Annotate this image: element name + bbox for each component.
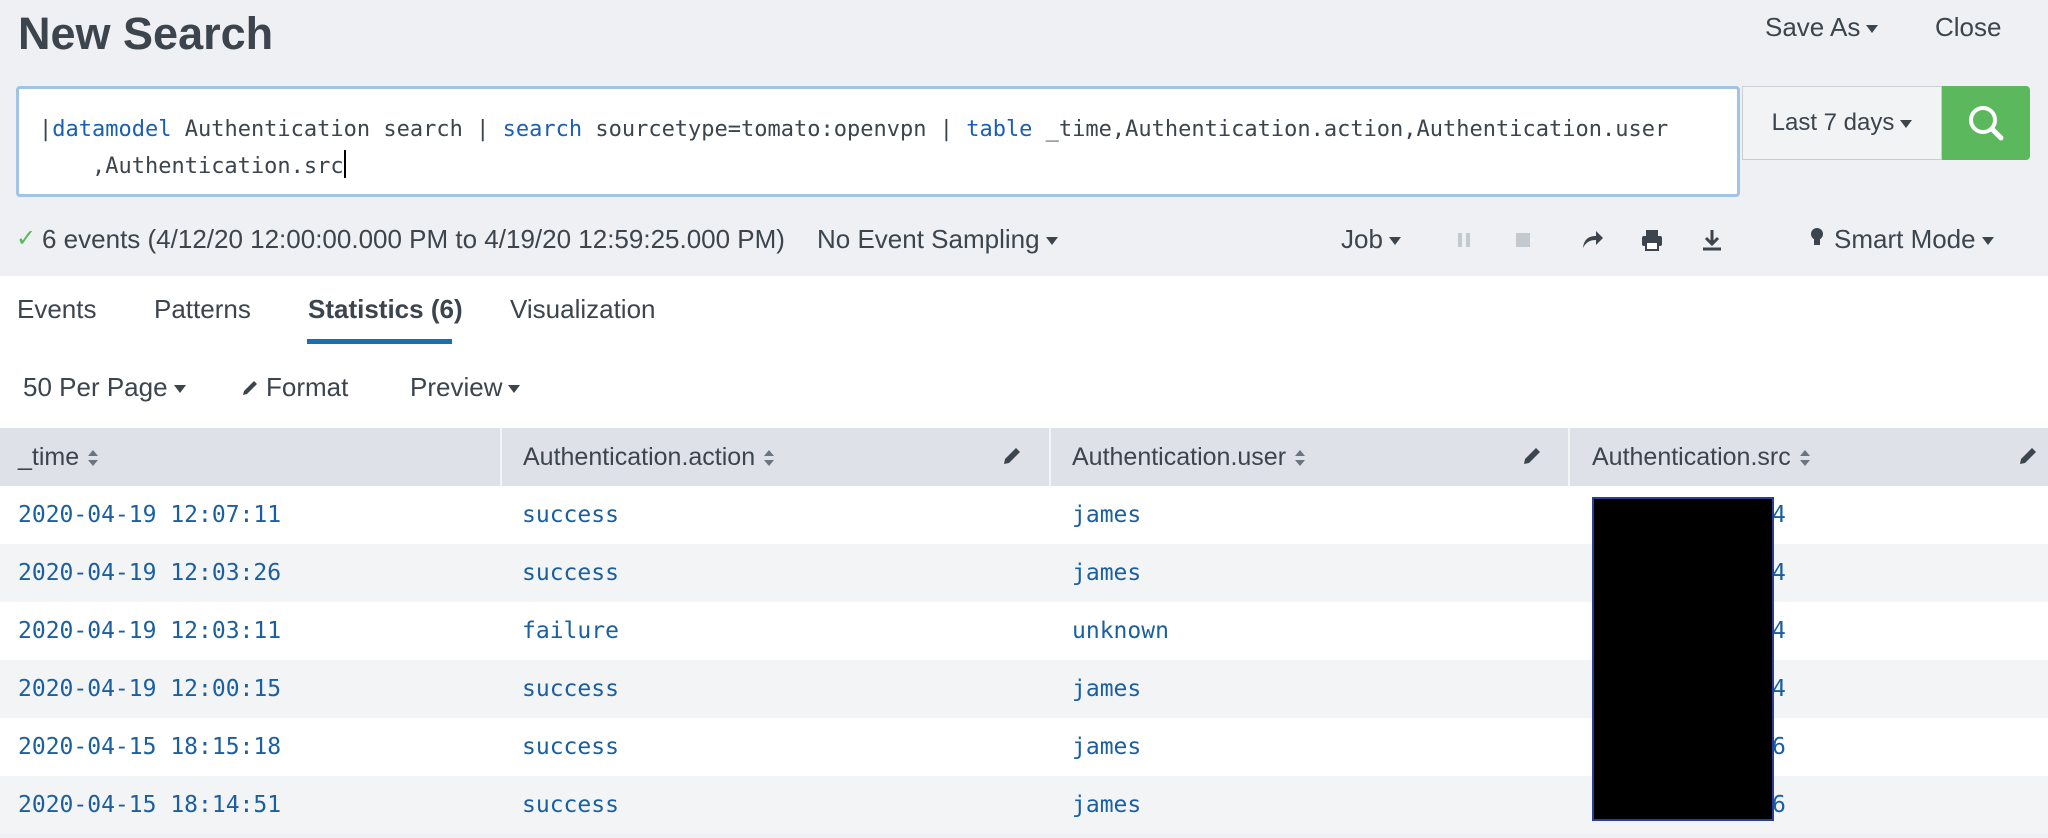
- table-header: _time Authentication.action Authenticati…: [0, 428, 2048, 486]
- query-keyword: table: [966, 117, 1033, 142]
- tab-visualization[interactable]: Visualization: [510, 294, 656, 325]
- search-mode-menu[interactable]: Smart Mode: [1808, 224, 1994, 255]
- cell-time[interactable]: 2020-04-19 12:00:15: [18, 660, 281, 718]
- sort-icon: [1799, 450, 1810, 467]
- cell-action[interactable]: success: [522, 718, 619, 776]
- job-menu[interactable]: Job: [1341, 224, 1401, 255]
- cell-time[interactable]: 2020-04-15 18:15:18: [18, 718, 281, 776]
- cell-time[interactable]: 2020-04-19 12:07:11: [18, 486, 281, 544]
- page-title: New Search: [18, 8, 274, 59]
- chevron-down-icon: [1900, 119, 1913, 128]
- cell-user[interactable]: james: [1072, 486, 1141, 544]
- tab-statistics[interactable]: Statistics (6): [308, 294, 463, 325]
- tab-patterns[interactable]: Patterns: [154, 294, 251, 325]
- query-text: sourcetype=tomato:openvpn |: [582, 117, 967, 142]
- pencil-icon: [243, 381, 257, 395]
- chevron-down-icon: [1866, 25, 1879, 34]
- search-query-text: |datamodel Authentication search | searc…: [39, 111, 1719, 185]
- per-page-menu[interactable]: 50 Per Page: [23, 372, 186, 403]
- text-cursor: [343, 150, 346, 178]
- cell-action[interactable]: failure: [522, 602, 619, 660]
- cell-src[interactable]: 4: [1772, 544, 1786, 602]
- cell-src[interactable]: 4: [1772, 602, 1786, 660]
- status-row: ✓ 6 events (4/12/20 12:00:00.000 PM to 4…: [0, 220, 2048, 262]
- job-label: Job: [1341, 224, 1383, 254]
- lightbulb-icon: [1811, 228, 1823, 245]
- format-button[interactable]: Format: [240, 372, 348, 403]
- chevron-down-icon: [508, 385, 521, 394]
- event-sampling-label: No Event Sampling: [817, 224, 1040, 254]
- column-header-label: Authentication.src: [1592, 443, 1791, 471]
- format-label: Format: [266, 372, 349, 402]
- query-text: Authentication search |: [171, 117, 503, 142]
- event-summary: 6 events (4/12/20 12:00:00.000 PM to 4/1…: [42, 224, 785, 254]
- query-keyword: search: [502, 117, 583, 142]
- chevron-down-icon: [1045, 237, 1058, 246]
- edit-column-icon[interactable]: [1000, 444, 1024, 468]
- cell-action[interactable]: success: [522, 486, 619, 544]
- active-tab-indicator: [307, 339, 452, 344]
- cell-user[interactable]: unknown: [1072, 602, 1169, 660]
- cell-time[interactable]: 2020-04-15 18:14:51: [18, 776, 281, 834]
- save-as-label: Save As: [1765, 12, 1861, 42]
- preview-label: Preview: [410, 372, 503, 402]
- cell-user[interactable]: james: [1072, 776, 1141, 834]
- share-icon[interactable]: [1578, 226, 1606, 254]
- redaction-box: [1592, 497, 1774, 821]
- cell-src[interactable]: 4: [1772, 486, 1786, 544]
- column-header-label: Authentication.action: [523, 443, 756, 471]
- close-button[interactable]: Close: [1935, 12, 2001, 43]
- tab-events[interactable]: Events: [17, 294, 97, 325]
- search-mode-label: Smart Mode: [1834, 224, 1976, 254]
- chevron-down-icon: [1388, 237, 1401, 246]
- export-icon[interactable]: [1698, 226, 1726, 254]
- column-divider: [1049, 428, 1051, 486]
- time-range-label: Last 7 days: [1771, 109, 1895, 136]
- sort-icon: [88, 450, 99, 467]
- pause-icon[interactable]: [1450, 226, 1478, 254]
- search-input[interactable]: |datamodel Authentication search | searc…: [16, 86, 1740, 197]
- edit-column-icon[interactable]: [1520, 444, 1544, 468]
- per-page-label: 50 Per Page: [23, 372, 168, 402]
- column-header-user[interactable]: Authentication.user: [1072, 428, 1306, 486]
- column-header-src[interactable]: Authentication.src: [1592, 428, 1811, 486]
- preview-menu[interactable]: Preview: [410, 372, 521, 403]
- sort-icon: [1295, 450, 1306, 467]
- chevron-down-icon: [173, 385, 186, 394]
- sort-icon: [764, 450, 775, 467]
- column-header-label: _time: [18, 443, 80, 471]
- cell-src[interactable]: 6: [1772, 776, 1786, 834]
- cell-action[interactable]: success: [522, 776, 619, 834]
- column-header-label: Authentication.user: [1072, 443, 1287, 471]
- chevron-down-icon: [1981, 237, 1994, 246]
- cell-action[interactable]: success: [522, 660, 619, 718]
- cell-src[interactable]: 6: [1772, 718, 1786, 776]
- cell-user[interactable]: james: [1072, 660, 1141, 718]
- cell-time[interactable]: 2020-04-19 12:03:26: [18, 544, 281, 602]
- cell-user[interactable]: james: [1072, 718, 1141, 776]
- column-header-action[interactable]: Authentication.action: [523, 428, 775, 486]
- search-icon: [1969, 106, 2004, 141]
- cell-user[interactable]: james: [1072, 544, 1141, 602]
- column-divider: [1568, 428, 1570, 486]
- column-divider: [500, 428, 502, 486]
- save-as-menu[interactable]: Save As: [1765, 12, 1879, 43]
- check-icon: ✓: [16, 225, 37, 252]
- column-header-time[interactable]: _time: [18, 428, 99, 486]
- time-range-picker[interactable]: Last 7 days: [1742, 86, 1942, 160]
- cell-src[interactable]: 4: [1772, 660, 1786, 718]
- cell-time[interactable]: 2020-04-19 12:03:11: [18, 602, 281, 660]
- event-sampling-menu[interactable]: No Event Sampling: [817, 224, 1058, 255]
- edit-column-icon[interactable]: [2016, 444, 2040, 468]
- results-tabs: Events Patterns Statistics (6) Visualiza…: [0, 276, 2048, 350]
- stop-icon[interactable]: [1509, 226, 1537, 254]
- results-toolbar: 50 Per Page Format Preview: [0, 348, 2048, 428]
- cell-action[interactable]: success: [522, 544, 619, 602]
- query-text: |: [39, 117, 53, 142]
- search-button[interactable]: [1942, 86, 2030, 160]
- query-keyword: datamodel: [52, 117, 172, 142]
- print-icon[interactable]: [1638, 226, 1666, 254]
